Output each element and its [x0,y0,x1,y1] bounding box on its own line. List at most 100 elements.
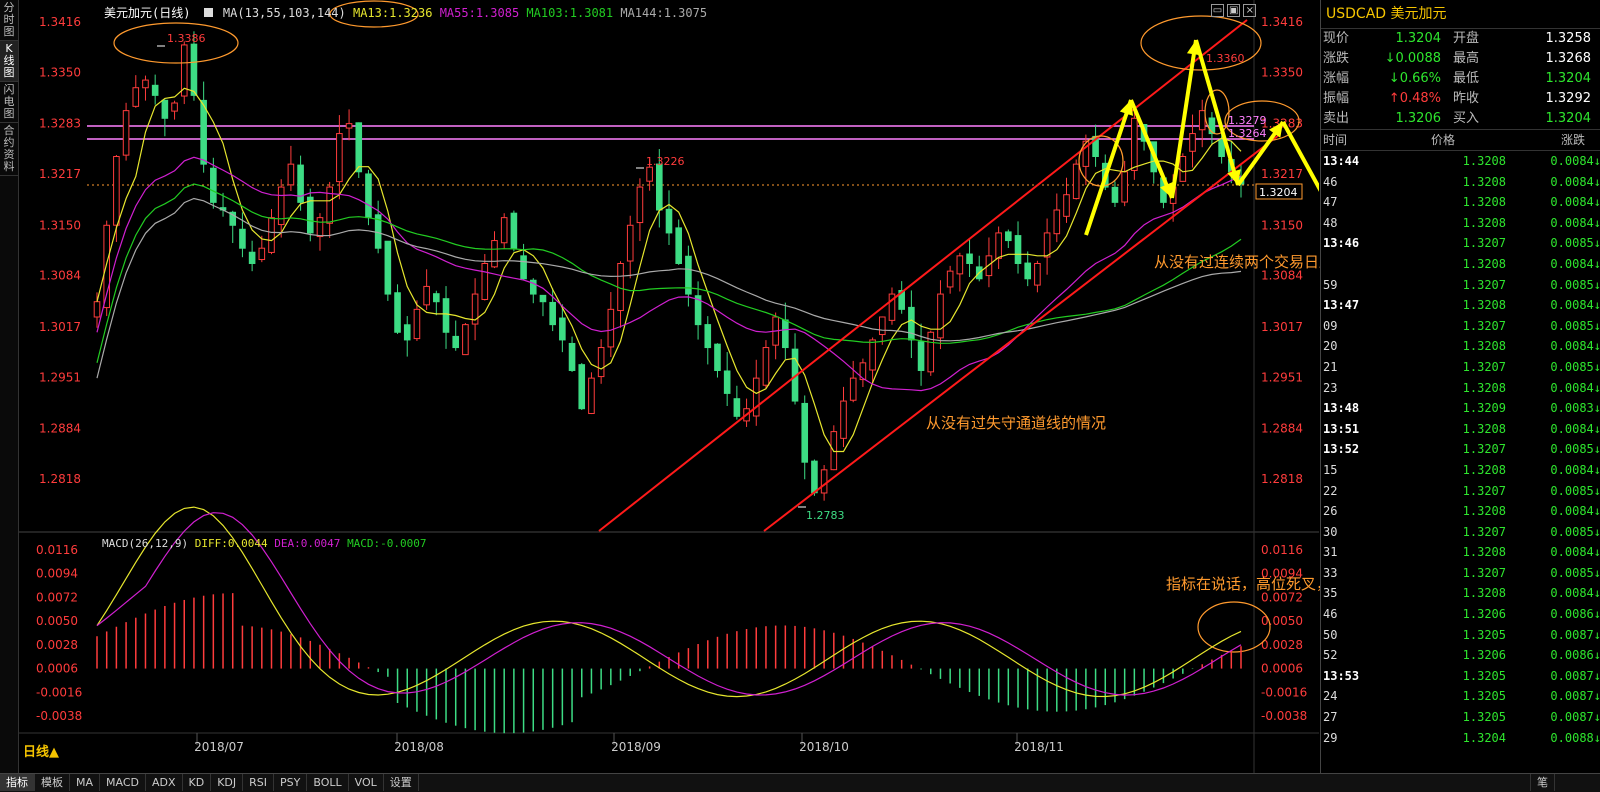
tab-pen[interactable]: 笔 [1530,774,1555,791]
tick-row[interactable]: 46 1.3208 0.0084↓ [1321,172,1600,193]
tick-row[interactable]: 20 1.3208 0.0084↓ [1321,336,1600,357]
tick-list[interactable]: 13:44 1.3208 0.0084↓ 46 1.3208 0.0084↓ 47 1.320… [1321,151,1600,748]
bottom-tab-1[interactable]: 模板 [35,774,70,791]
bottom-tab-6[interactable]: KDJ [211,774,244,791]
tick-row[interactable]: 50 1.3205 0.0087↓ [1321,625,1600,646]
tab-flash[interactable]: 闪电图 [0,82,18,123]
tick-row[interactable]: 35 1.3208 0.0084↓ [1321,583,1600,604]
macd-axis-label-right: 0.0028 [1261,638,1303,652]
tick-row[interactable]: 33 1.3207 0.0085↓ [1321,563,1600,584]
quote-value: 1.3292 [1545,91,1592,106]
tick-time: 31 [1323,545,1338,560]
quote-value: 1.3204 [1545,111,1592,126]
tick-row[interactable]: 13:51 1.3208 0.0084↓ [1321,419,1600,440]
price-mark-box2: 1.3264 [1228,127,1267,140]
tab-contract-info[interactable]: 合约资料 [0,123,18,176]
tick-row[interactable]: 46 1.3206 0.0086↓ [1321,604,1600,625]
tick-row[interactable]: 22 1.3207 0.0085↓ [1321,481,1600,502]
candle-up [752,377,760,417]
tick-row[interactable]: 09 1.3207 0.0085↓ [1321,316,1600,337]
tick-row[interactable]: 24 1.3205 0.0087↓ [1321,686,1600,707]
tick-row[interactable]: 15 1.3208 0.0084↓ [1321,460,1600,481]
restore-icon[interactable]: ▣ [1227,4,1241,17]
bottom-tab-5[interactable]: KD [183,774,212,791]
tick-row[interactable]: 13:52 1.3207 0.0085↓ [1321,439,1600,460]
legend-settings-icon[interactable] [203,8,213,17]
tick-row[interactable]: 27 1.3205 0.0087↓ [1321,707,1600,728]
tick-price: 1.3207 [1462,277,1506,292]
minimize-icon[interactable]: ▭ [1211,4,1224,17]
candle-up [607,308,615,348]
quote-label: 昨收 [1453,91,1480,106]
macd-axis-label-left: 0.0006 [36,662,78,676]
candle-up [1072,163,1080,200]
quote-label: 涨幅 [1323,71,1350,86]
tick-time: 46 [1323,174,1338,189]
price-axis-label-left: 1.2818 [39,472,81,486]
candle-down [917,341,925,371]
tick-row[interactable]: 30 1.3207 0.0085↓ [1321,522,1600,543]
candle-down [200,99,207,165]
tick-row[interactable]: 29 1.3204 0.0088↓ [1321,728,1600,749]
candle-down [811,460,818,494]
tick-row[interactable]: 31 1.3208 0.0084↓ [1321,542,1600,563]
candle-up [171,102,178,112]
tick-row[interactable]: 13:44 1.3208 0.0084↓ [1321,151,1600,172]
kline-chart-area[interactable]: 1.34161.34161.33501.33501.32831.32831.32… [19,0,1421,780]
tick-change: 0.0084↓ [1550,298,1600,313]
tick-row[interactable]: 13:46 1.3207 0.0085↓ [1321,233,1600,254]
tick-change: 0.0085↓ [1550,359,1600,374]
tick-row[interactable]: 13:48 1.3209 0.0083↓ [1321,398,1600,419]
price-axis-label-right: 1.3217 [1261,167,1303,181]
tick-price: 1.3208 [1462,545,1506,560]
quote-row: 涨幅 ↓0.66% 最低 1.3204 [1321,69,1600,89]
tick-price: 1.3208 [1462,586,1506,601]
bottom-tab-0[interactable]: 指标 [0,774,35,791]
tick-row[interactable]: 23 1.3208 0.0084↓ [1321,378,1600,399]
tick-row[interactable]: 1.3208 0.0084↓ [1321,254,1600,275]
bottom-tab-8[interactable]: PSY [274,774,308,791]
price-axis-label-left: 1.3283 [39,117,81,131]
tick-row[interactable]: 47 1.3208 0.0084↓ [1321,192,1600,213]
tick-change: 0.0085↓ [1550,524,1600,539]
tick-row[interactable]: 52 1.3206 0.0086↓ [1321,645,1600,666]
bottom-tab-9[interactable]: BOLL [307,774,349,791]
bottom-tab-10[interactable]: VOL [349,774,384,791]
tick-time: 33 [1323,565,1338,580]
candle-down [433,293,440,303]
tick-time: 27 [1323,710,1338,725]
macd-axis-label-left: 0.0050 [36,614,78,628]
tick-row[interactable]: 21 1.3207 0.0085↓ [1321,357,1600,378]
tick-row[interactable]: 13:53 1.3205 0.0087↓ [1321,666,1600,687]
period-selector[interactable]: 日线▲ [23,741,59,760]
tick-time: 09 [1323,318,1338,333]
bottom-tab-7[interactable]: RSI [243,774,275,791]
bottom-tab-3[interactable]: MACD [100,774,146,791]
macd-axis-label-right: -0.0038 [1261,709,1307,723]
tick-row[interactable]: 59 1.3207 0.0085↓ [1321,275,1600,296]
tab-timeshare[interactable]: 分时图 [0,0,18,41]
candle-up [626,224,634,262]
tick-row[interactable]: 48 1.3208 0.0084↓ [1321,213,1600,234]
bottom-tab-2[interactable]: MA [70,774,101,791]
tick-time: 21 [1323,359,1338,374]
close-icon[interactable]: × [1243,4,1257,17]
tick-price: 1.3208 [1462,462,1506,477]
candle-up [122,110,130,156]
bottom-tab-11[interactable]: 设置 [384,774,419,791]
header-time: 时间 [1323,133,1348,147]
ma-legend: 美元加元(日线) MA(13,55,103,144) MA13:1.3236 M… [104,4,707,21]
candle-up [636,186,644,224]
tick-row[interactable]: 13:47 1.3208 0.0084↓ [1321,295,1600,316]
tick-price: 1.3208 [1462,174,1506,189]
tick-row[interactable]: 26 1.3208 0.0084↓ [1321,501,1600,522]
bottom-tab-4[interactable]: ADX [146,774,183,791]
candle-down [733,398,741,417]
quote-row: 振幅 ↑0.48% 昨收 1.3292 [1321,89,1600,109]
price-axis-label-right: 1.2951 [1261,370,1303,384]
price-mark-high2: 1.3360 [1206,52,1245,65]
tick-price: 1.3208 [1462,154,1506,168]
tab-kline[interactable]: K线图 [0,41,18,82]
candle-up [326,186,333,224]
candle-down [452,335,460,349]
